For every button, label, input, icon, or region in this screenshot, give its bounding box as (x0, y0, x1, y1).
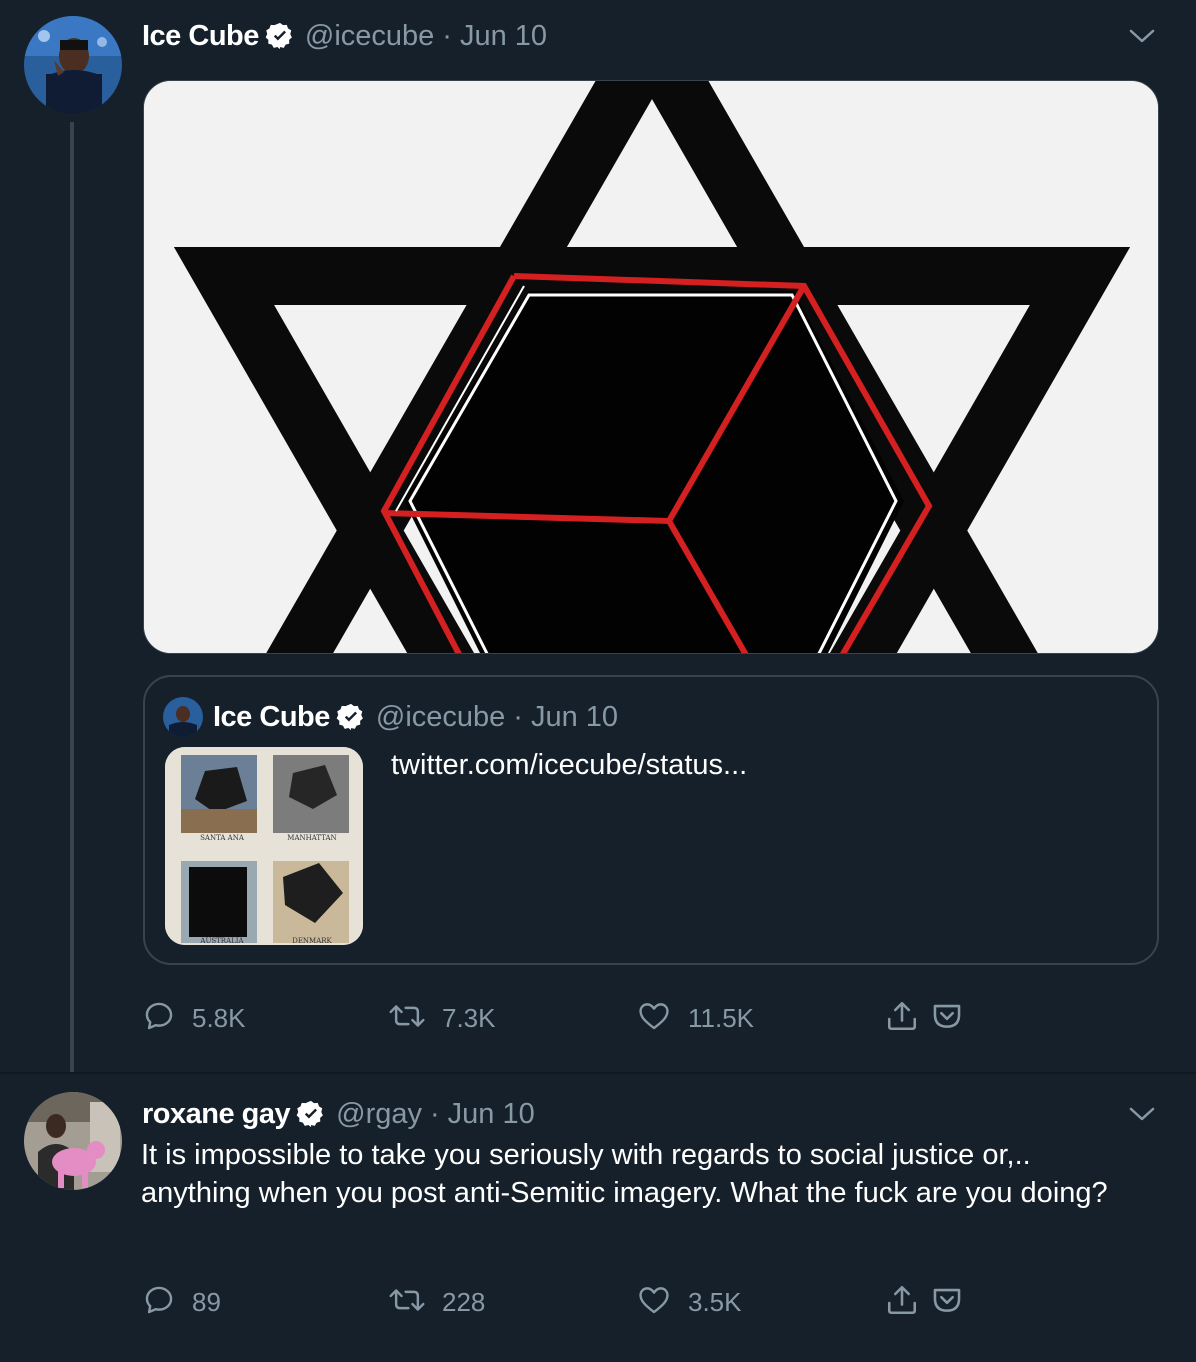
quoted-tweet[interactable]: Ice Cube @icecube · Jun 10 SANTA ANA MAN… (143, 675, 1159, 965)
share-icon (884, 1282, 920, 1323)
retweet-count: 228 (442, 1286, 486, 1317)
author-name[interactable]: roxane gay (142, 1098, 291, 1131)
tweet-icecube[interactable]: Ice Cube @icecube · Jun 10 Ice Cube @ice… (0, 0, 1196, 1072)
verified-badge-icon (296, 1099, 326, 1129)
separator-dot: · (442, 19, 452, 52)
like-count: 11.5K (688, 1002, 755, 1033)
separator-dot: · (513, 700, 523, 733)
like-button[interactable]: 11.5K (636, 998, 754, 1038)
chevron-down-icon[interactable] (1126, 1098, 1158, 1130)
author-handle[interactable]: @icecube (305, 20, 434, 53)
thumb-label-denmark: DENMARK (292, 937, 332, 945)
reply-icon (142, 1283, 176, 1322)
reply-button[interactable]: 5.8K (142, 998, 246, 1038)
like-button[interactable]: 3.5K (636, 1282, 742, 1322)
avatar-icecube[interactable] (24, 16, 122, 114)
thumb-label-australia: AUSTRALIA (200, 937, 244, 945)
retweet-button[interactable]: 7.3K (388, 998, 496, 1038)
verified-badge-icon (336, 702, 366, 732)
quoted-image: SANTA ANA MANHATTAN AUSTRALIA DENMARK (165, 747, 363, 945)
retweet-count: 7.3K (442, 1002, 496, 1033)
tweet-text: It is impossible to take you seriously w… (141, 1139, 1108, 1209)
pocket-icon (930, 1283, 964, 1322)
verified-badge-icon (265, 21, 295, 51)
tweet-header: Ice Cube @icecube · Jun 10 (142, 16, 547, 56)
tweet-image[interactable] (143, 80, 1159, 654)
tweet-actions: 89 228 3.5K (142, 1282, 982, 1322)
pocket-button[interactable] (930, 1282, 964, 1322)
quoted-author-name: Ice Cube (213, 700, 330, 733)
quoted-tweet-link[interactable]: twitter.com/icecube/status... (391, 749, 747, 782)
tweet-actions: 5.8K 7.3K 11.5K (142, 998, 982, 1038)
author-name[interactable]: Ice Cube (142, 20, 259, 53)
pocket-button[interactable] (930, 998, 964, 1038)
chevron-down-icon[interactable] (1126, 20, 1158, 52)
tweet-header: roxane gay @rgay · Jun 10 (142, 1094, 535, 1134)
share-button[interactable] (884, 998, 920, 1038)
retweet-icon (388, 999, 426, 1038)
tweet-date[interactable]: Jun 10 (460, 20, 547, 53)
quoted-tweet-date: Jun 10 (530, 700, 619, 733)
avatar-rgay[interactable] (24, 1092, 122, 1190)
like-icon (636, 999, 672, 1038)
retweet-icon (388, 1283, 426, 1322)
retweet-button[interactable]: 228 (388, 1282, 485, 1322)
quoted-author-handle: @icecube (375, 700, 506, 733)
quoted-tweet-header: Ice Cube @icecube · Jun 10 (163, 695, 618, 739)
reply-count: 5.8K (192, 1002, 246, 1033)
tweet-date[interactable]: Jun 10 (448, 1098, 535, 1131)
quoted-avatar (163, 697, 203, 737)
reply-icon (142, 999, 176, 1038)
pocket-icon (930, 999, 964, 1038)
share-icon (884, 998, 920, 1039)
reply-count: 89 (192, 1286, 221, 1317)
share-button[interactable] (884, 1282, 920, 1322)
separator-dot: · (430, 1097, 440, 1130)
thread-connector-line (70, 122, 74, 1072)
reply-button[interactable]: 89 (142, 1282, 221, 1322)
author-handle[interactable]: @rgay (336, 1098, 422, 1131)
thumb-label-manhattan: MANHATTAN (287, 834, 337, 842)
thumb-label-santa-ana: SANTA ANA (200, 834, 244, 842)
like-count: 3.5K (688, 1286, 742, 1317)
like-icon (636, 1283, 672, 1322)
